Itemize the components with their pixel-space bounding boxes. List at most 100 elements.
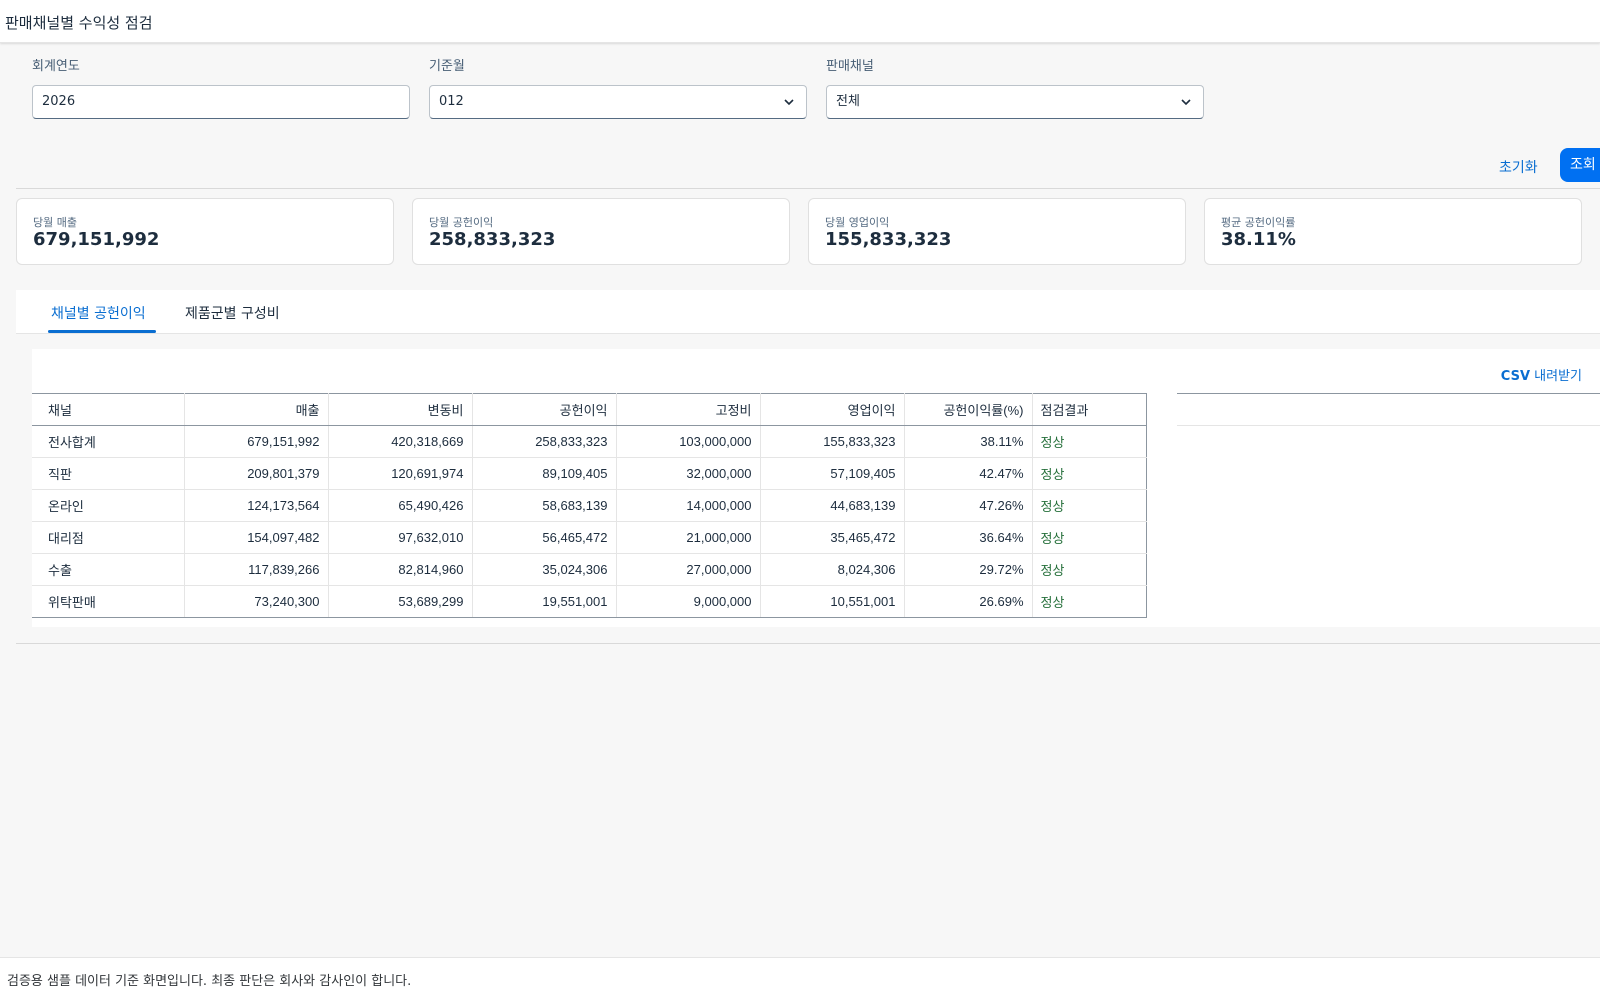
value-cell: 53,689,299 (328, 585, 473, 618)
status-cell: 정상 (1032, 521, 1147, 554)
channel-cell: 온라인 (32, 489, 185, 522)
col-header[interactable]: 공헌이익 (472, 393, 617, 426)
table-row[interactable]: 위탁판매 73,240,300 53,689,299 19,551,001 9,000,… (32, 585, 1147, 618)
kpi-label: 평균 공헌이익률 (1221, 216, 1296, 229)
value-cell: 65,490,426 (328, 489, 473, 522)
kpi-card-operating: 당월 영업이익 155,833,323 (808, 198, 1186, 265)
tab-channel-contribution[interactable]: 채널별 공헌이익 (51, 303, 146, 323)
col-header[interactable]: 매출 (184, 393, 329, 426)
value-cell: 420,318,669 (328, 425, 473, 458)
footer-note: 검증용 샘플 데이터 기준 화면입니다. 최종 판단은 회사와 감사인이 합니다… (7, 974, 412, 989)
col-header[interactable]: 변동비 (328, 393, 473, 426)
month-select[interactable]: 012 (429, 85, 807, 119)
value-cell: 21,000,000 (616, 521, 761, 554)
value-cell: 120,691,974 (328, 457, 473, 490)
value-cell: 36.64% (904, 521, 1033, 554)
kpi-label: 당월 매출 (33, 216, 77, 229)
divider (16, 188, 1600, 189)
value-cell: 26.69% (904, 585, 1033, 618)
table-row[interactable]: 직판 209,801,379 120,691,974 89,109,405 32,000… (32, 457, 1147, 490)
chevron-down-icon[interactable] (1181, 97, 1191, 107)
value-cell: 56,465,472 (472, 521, 617, 554)
value-cell: 258,833,323 (472, 425, 617, 458)
table-panel: CSV 내려받기 채널 매출 변동비 공헌이익 고정비 영업이익 공헌이익률(%… (32, 349, 1600, 627)
title-bar: 판매채널별 수익성 점검 (0, 0, 1600, 43)
channel-cell: 수출 (32, 553, 185, 586)
table-row[interactable]: 전사합계 679,151,992 420,318,669 258,833,323 103… (32, 425, 1147, 458)
kpi-card-contribution: 당월 공헌이익 258,833,323 (412, 198, 790, 265)
channel-select[interactable]: 전체 (826, 85, 1204, 119)
value-cell: 82,814,960 (328, 553, 473, 586)
channel-cell: 직판 (32, 457, 185, 490)
table-header-row: 채널 매출 변동비 공헌이익 고정비 영업이익 공헌이익률(%) 점검결과 (32, 393, 1147, 426)
col-header[interactable]: 고정비 (616, 393, 761, 426)
footer: 검증용 샘플 데이터 기준 화면입니다. 최종 판단은 회사와 감사인이 합니다… (0, 957, 1600, 1001)
status-cell: 정상 (1032, 489, 1147, 522)
reset-button[interactable]: 초기화 (1499, 157, 1538, 177)
value-cell: 154,097,482 (184, 521, 329, 554)
year-label: 회계연도 (32, 59, 80, 74)
kpi-value: 679,151,992 (33, 229, 160, 250)
kpi-value: 155,833,323 (825, 229, 952, 250)
search-button[interactable]: 조회 (1560, 148, 1600, 182)
channel-cell: 위탁판매 (32, 585, 185, 618)
value-cell: 97,632,010 (328, 521, 473, 554)
col-header[interactable]: 영업이익 (760, 393, 905, 426)
status-cell: 정상 (1032, 457, 1147, 490)
kpi-card-margin: 평균 공헌이익률 38.11% (1204, 198, 1582, 265)
channel-label: 판매채널 (826, 59, 874, 74)
divider (16, 643, 1600, 644)
value-cell: 42.47% (904, 457, 1033, 490)
value-cell: 27,000,000 (616, 553, 761, 586)
value-cell: 35,024,306 (472, 553, 617, 586)
value-cell: 209,801,379 (184, 457, 329, 490)
value-cell: 14,000,000 (616, 489, 761, 522)
value-cell: 9,000,000 (616, 585, 761, 618)
value-cell: 103,000,000 (616, 425, 761, 458)
kpi-card-sales: 당월 매출 679,151,992 (16, 198, 394, 265)
value-cell: 8,024,306 (760, 553, 905, 586)
value-cell: 679,151,992 (184, 425, 329, 458)
col-header[interactable]: 채널 (32, 393, 185, 426)
value-cell: 155,833,323 (760, 425, 905, 458)
kpi-value: 258,833,323 (429, 229, 556, 250)
status-cell: 정상 (1032, 553, 1147, 586)
value-cell: 73,240,300 (184, 585, 329, 618)
filter-year: 회계연도 2026 (32, 58, 412, 119)
filter-month: 기준월 012 (429, 58, 809, 119)
kpi-label: 당월 공헌이익 (429, 216, 494, 229)
status-cell: 정상 (1032, 425, 1147, 458)
value-cell: 58,683,139 (472, 489, 617, 522)
col-header[interactable]: 점검결과 (1032, 393, 1147, 426)
status-cell: 정상 (1032, 585, 1147, 618)
table-filler (1177, 393, 1600, 426)
active-tab-indicator (48, 330, 156, 333)
value-cell: 19,551,001 (472, 585, 617, 618)
page-title: 판매채널별 수익성 점검 (5, 14, 153, 32)
tab-product-mix[interactable]: 제품군별 구성비 (185, 303, 280, 323)
value-cell: 29.72% (904, 553, 1033, 586)
table-row[interactable]: 수출 117,839,266 82,814,960 35,024,306 27,000,… (32, 553, 1147, 586)
value-cell: 44,683,139 (760, 489, 905, 522)
kpi-value: 38.11% (1221, 229, 1296, 250)
year-value: 2026 (42, 94, 76, 109)
channel-value: 전체 (836, 94, 860, 109)
table-row[interactable]: 대리점 154,097,482 97,632,010 56,465,472 21,000… (32, 521, 1147, 554)
channel-cell: 대리점 (32, 521, 185, 554)
value-cell: 57,109,405 (760, 457, 905, 490)
value-cell: 47.26% (904, 489, 1033, 522)
csv-label: CSV (1500, 369, 1531, 384)
table-row[interactable]: 온라인 124,173,564 65,490,426 58,683,139 14,000… (32, 489, 1147, 522)
value-cell: 124,173,564 (184, 489, 329, 522)
value-cell: 38.11% (904, 425, 1033, 458)
chevron-down-icon[interactable] (784, 97, 794, 107)
month-value: 012 (439, 94, 464, 109)
month-label: 기준월 (429, 59, 465, 74)
csv-label-rest: 내려받기 (1530, 369, 1582, 384)
kpi-label: 당월 영업이익 (825, 216, 890, 229)
csv-download-link[interactable]: CSV 내려받기 (1501, 365, 1582, 384)
col-header[interactable]: 공헌이익률(%) (904, 393, 1033, 426)
year-input[interactable]: 2026 (32, 85, 410, 119)
value-cell: 32,000,000 (616, 457, 761, 490)
value-cell: 117,839,266 (184, 553, 329, 586)
